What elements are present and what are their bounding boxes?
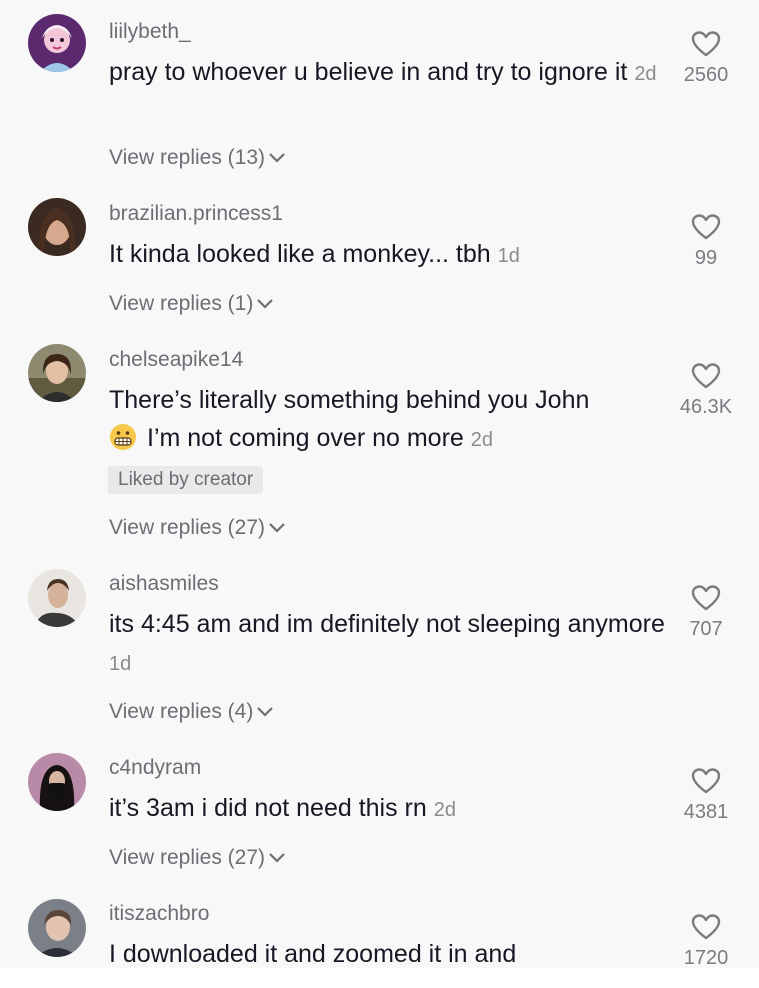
- user-photo-avatar-icon: [28, 198, 86, 256]
- comment-timestamp: 1d: [497, 245, 520, 267]
- comment-text: pray to whoever u believe in and try to …: [109, 58, 657, 86]
- user-photo-avatar-icon: [28, 569, 86, 627]
- like-button[interactable]: 1720: [671, 913, 741, 970]
- comment-username[interactable]: c4ndyram: [109, 756, 201, 780]
- user-photo-avatar-icon: [28, 753, 86, 811]
- bottom-edge: [0, 968, 759, 988]
- chevron-down-icon: [269, 523, 285, 533]
- chevron-down-icon: [257, 299, 274, 309]
- like-button[interactable]: 707: [671, 584, 741, 641]
- avatar[interactable]: [28, 753, 86, 811]
- avatar[interactable]: [28, 344, 86, 402]
- comment-text: it’s 3am i did not need this rn 2d: [109, 794, 456, 822]
- comment-timestamp: 2d: [433, 799, 456, 821]
- like-button[interactable]: 99: [671, 213, 741, 270]
- heart-outline-icon: [691, 31, 721, 57]
- like-button[interactable]: 4381: [671, 767, 741, 824]
- comment-username[interactable]: aishasmiles: [109, 572, 219, 596]
- like-count: 2560: [683, 64, 729, 86]
- like-button[interactable]: 2560: [671, 30, 741, 87]
- comment-username[interactable]: brazilian.princess1: [109, 202, 283, 226]
- view-replies-button[interactable]: View replies (1): [109, 292, 274, 316]
- like-count: 99: [694, 247, 718, 269]
- like-count: 4381: [683, 801, 729, 823]
- cartoon-avatar-icon: [28, 14, 86, 72]
- comment-timestamp: 2d: [470, 429, 493, 451]
- like-button[interactable]: 46.3K: [671, 362, 741, 419]
- comment-text: It kinda looked like a monkey... tbh 1d: [109, 240, 520, 268]
- avatar[interactable]: [28, 569, 86, 627]
- avatar[interactable]: [28, 198, 86, 256]
- chevron-down-icon: [269, 853, 285, 863]
- heart-outline-icon: [691, 768, 721, 794]
- heart-outline-icon: [691, 214, 721, 240]
- like-count: 1720: [683, 947, 729, 969]
- grimacing-face-emoji: [110, 424, 136, 450]
- view-replies-button[interactable]: View replies (13): [109, 146, 286, 170]
- heart-outline-icon: [691, 585, 721, 611]
- comment-timestamp: 2d: [634, 63, 657, 85]
- chevron-down-icon: [269, 153, 285, 163]
- comment-timestamp: 1d: [109, 653, 132, 675]
- user-photo-avatar-icon: [28, 899, 86, 957]
- comment-username[interactable]: chelseapike14: [109, 348, 243, 372]
- comment-username[interactable]: itiszachbro: [109, 902, 209, 926]
- chevron-down-icon: [257, 707, 274, 717]
- avatar[interactable]: [28, 14, 86, 72]
- avatar[interactable]: [28, 899, 86, 957]
- like-count: 46.3K: [679, 396, 733, 418]
- comment-text: its 4:45 am and im definitely not sleepi…: [109, 610, 665, 675]
- comment-username[interactable]: liilybeth_: [109, 20, 191, 44]
- comment-text: There’s literally something behind you J…: [109, 386, 590, 452]
- view-replies-button[interactable]: View replies (4): [109, 700, 274, 724]
- liked-by-creator-badge: Liked by creator: [108, 466, 264, 494]
- heart-outline-icon: [691, 914, 721, 940]
- view-replies-button[interactable]: View replies (27): [109, 516, 286, 540]
- view-replies-button[interactable]: View replies (27): [109, 846, 286, 870]
- user-photo-avatar-icon: [28, 344, 86, 402]
- heart-outline-icon: [691, 363, 721, 389]
- like-count: 707: [689, 618, 723, 640]
